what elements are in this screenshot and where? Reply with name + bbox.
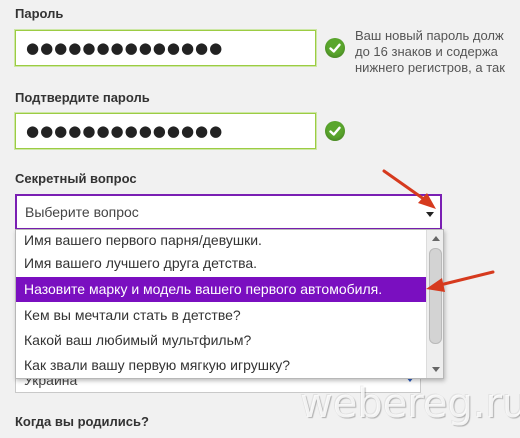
birth-date-label: Когда вы родились? (15, 414, 149, 429)
password-hint-line: Ваш новый пароль долж (355, 28, 504, 43)
secret-question-label: Секретный вопрос (15, 171, 137, 186)
confirm-password-field[interactable]: ●●●●●●●●●●●●●● (15, 113, 316, 149)
confirm-valid-check-icon (325, 121, 345, 141)
question-option[interactable]: Как звали вашу первую мягкую игрушку? (16, 353, 426, 378)
question-option[interactable]: Имя вашего первого парня/девушки. (16, 230, 426, 253)
secret-question-dropdown: Имя вашего первого парня/девушки. Имя ва… (15, 229, 444, 379)
password-hint-line: до 16 знаков и содержа (355, 44, 498, 59)
dropdown-scrollbar[interactable] (426, 230, 443, 378)
secret-question-selected: Выберите вопрос (25, 204, 139, 220)
password-hint-line: нижнего регистров, а так (355, 60, 505, 75)
question-option-highlighted[interactable]: Назовите марку и модель вашего первого а… (16, 277, 426, 302)
scroll-up-arrow-icon[interactable] (432, 236, 440, 241)
question-option[interactable]: Имя вашего лучшего друга детства. (16, 251, 426, 276)
scroll-thumb[interactable] (429, 248, 442, 344)
confirm-password-label: Подтвердите пароль (15, 90, 150, 105)
password-label: Пароль (15, 6, 64, 21)
question-option[interactable]: Какой ваш любимый мультфильм? (16, 328, 426, 353)
password-valid-check-icon (325, 38, 345, 58)
watermark: webereg.ru (300, 381, 520, 427)
password-hint: Ваш новый пароль долж до 16 знаков и сод… (355, 28, 505, 76)
secret-question-select[interactable]: Выберите вопрос (15, 194, 442, 230)
chevron-down-icon[interactable] (426, 212, 434, 217)
scroll-down-arrow-icon[interactable] (432, 367, 440, 372)
question-option[interactable]: Кем вы мечтали стать в детстве? (16, 303, 426, 328)
password-field[interactable]: ●●●●●●●●●●●●●● (15, 30, 316, 66)
